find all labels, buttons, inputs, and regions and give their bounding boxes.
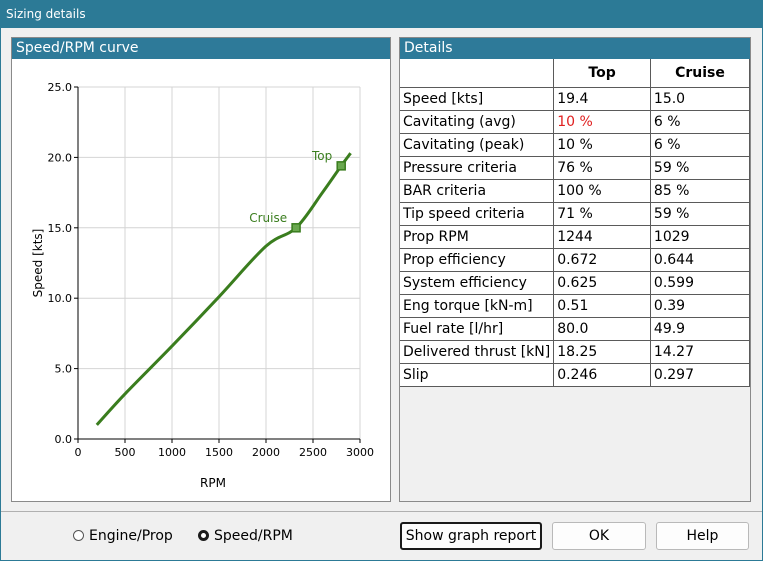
cruise-value: 14.27 xyxy=(649,339,751,364)
y-tick-label: 25.0 xyxy=(48,81,73,94)
x-tick-label: 2500 xyxy=(299,446,327,459)
top-value: 100 % xyxy=(553,178,651,203)
cruise-value: 1029 xyxy=(649,224,751,249)
top-value: 0.625 xyxy=(553,270,651,295)
help-button[interactable]: Help xyxy=(656,522,749,550)
row-label: Delivered thrust [kN] xyxy=(400,339,555,364)
table-row: Tip speed criteria 71 % 59 % xyxy=(400,201,751,226)
header-top: Top xyxy=(553,59,651,88)
title-bar: Sizing details xyxy=(0,0,763,28)
row-label: Fuel rate [l/hr] xyxy=(400,316,555,341)
details-panel-header: Details xyxy=(400,38,750,59)
table-row: System efficiency 0.625 0.599 xyxy=(400,270,751,295)
bottom-separator xyxy=(1,511,762,512)
cruise-value: 0.644 xyxy=(649,247,751,272)
point-label-top: Top xyxy=(311,149,332,163)
details-panel: Details Top Cruise Speed [kts] 19.4 15.0 C… xyxy=(399,37,751,502)
cruise-value: 59 % xyxy=(649,155,751,180)
top-value: 71 % xyxy=(553,201,651,226)
x-tick-label: 1000 xyxy=(158,446,186,459)
table-row: Pressure criteria 76 % 59 % xyxy=(400,155,751,180)
table-row: BAR criteria 100 % 85 % xyxy=(400,178,751,203)
radio-unchecked-icon xyxy=(73,530,84,541)
row-label: Pressure criteria xyxy=(400,155,555,180)
x-tick-label: 1500 xyxy=(205,446,233,459)
row-label: Cavitating (avg) xyxy=(400,109,555,134)
y-tick-label: 10.0 xyxy=(48,292,73,305)
row-label: Tip speed criteria xyxy=(400,201,555,226)
table-row: Prop efficiency 0.672 0.644 xyxy=(400,247,751,272)
table-row: Speed [kts] 19.4 15.0 xyxy=(400,86,751,111)
table-row: Fuel rate [l/hr] 80.0 49.9 xyxy=(400,316,751,341)
top-value-warning: 10 % xyxy=(553,109,651,134)
point-marker-cruise xyxy=(291,223,301,233)
engine-prop-radio[interactable]: Engine/Prop xyxy=(73,527,173,545)
top-value: 10 % xyxy=(553,132,651,157)
cruise-value: 15.0 xyxy=(649,86,751,111)
radio-checked-icon xyxy=(198,530,209,541)
table-row: Prop RPM 1244 1029 xyxy=(400,224,751,249)
y-tick-label: 5.0 xyxy=(55,363,73,376)
header-label xyxy=(400,59,555,88)
details-table: Top Cruise Speed [kts] 19.4 15.0 Cavitatin… xyxy=(400,59,751,387)
y-tick-label: 20.0 xyxy=(48,151,73,164)
row-label: Cavitating (peak) xyxy=(400,132,555,157)
top-value: 19.4 xyxy=(553,86,651,111)
show-graph-report-button[interactable]: Show graph report xyxy=(400,522,542,550)
row-label: Eng torque [kN-m] xyxy=(400,293,555,318)
top-value: 1244 xyxy=(553,224,651,249)
row-label: System efficiency xyxy=(400,270,555,295)
speed-rpm-radio[interactable]: Speed/RPM xyxy=(198,527,293,545)
top-value: 76 % xyxy=(553,155,651,180)
top-value: 0.51 xyxy=(553,293,651,318)
x-tick-label: 0 xyxy=(75,446,82,459)
x-tick-label: 3000 xyxy=(346,446,374,459)
cruise-value: 0.39 xyxy=(649,293,751,318)
engine-prop-label: Engine/Prop xyxy=(89,528,173,544)
row-label: Prop efficiency xyxy=(400,247,555,272)
cruise-value: 49.9 xyxy=(649,316,751,341)
speed-rpm-panel: Speed/RPM curve 0 500 1000 1500 2000 2500 3000… xyxy=(11,37,391,502)
table-row: Delivered thrust [kN] 18.25 14.27 xyxy=(400,339,751,364)
row-label: BAR criteria xyxy=(400,178,555,203)
cruise-value: 0.297 xyxy=(649,362,751,387)
table-row: Cavitating (peak) 10 % 6 % xyxy=(400,132,751,157)
y-tick-label: 15.0 xyxy=(48,222,73,235)
speed-rpm-panel-header: Speed/RPM curve xyxy=(12,38,390,59)
top-value: 0.246 xyxy=(553,362,651,387)
table-row: Cavitating (avg) 10 % 6 % xyxy=(400,109,751,134)
row-label: Slip xyxy=(400,362,555,387)
details-header-row: Top Cruise xyxy=(400,59,751,88)
cruise-value: 0.599 xyxy=(649,270,751,295)
cruise-value: 59 % xyxy=(649,201,751,226)
header-cruise: Cruise xyxy=(649,59,751,88)
chart-area: 0 500 1000 1500 2000 2500 3000 0.0 5.0 10.0 15.0 20… xyxy=(12,59,390,501)
table-row: Slip 0.246 0.297 xyxy=(400,362,751,387)
y-axis-label: Speed [kts] xyxy=(31,229,45,298)
speed-rpm-chart: 0 500 1000 1500 2000 2500 3000 0.0 5.0 10.0 15.0 20… xyxy=(31,81,374,490)
y-tick-label: 0.0 xyxy=(55,433,73,446)
top-value: 80.0 xyxy=(553,316,651,341)
row-label: Prop RPM xyxy=(400,224,555,249)
table-row: Eng torque [kN-m] 0.51 0.39 xyxy=(400,293,751,318)
x-tick-label: 2000 xyxy=(252,446,280,459)
ok-button[interactable]: OK xyxy=(552,522,646,550)
cruise-value: 6 % xyxy=(649,132,751,157)
row-label: Speed [kts] xyxy=(400,86,555,111)
top-value: 0.672 xyxy=(553,247,651,272)
point-marker-top xyxy=(336,161,346,171)
speed-rpm-label: Speed/RPM xyxy=(214,528,293,544)
cruise-value: 85 % xyxy=(649,178,751,203)
x-tick-label: 500 xyxy=(115,446,136,459)
point-label-cruise: Cruise xyxy=(249,211,287,225)
top-value: 18.25 xyxy=(553,339,651,364)
window-title: Sizing details xyxy=(6,7,86,21)
x-axis-label: RPM xyxy=(200,476,226,490)
cruise-value: 6 % xyxy=(649,109,751,134)
